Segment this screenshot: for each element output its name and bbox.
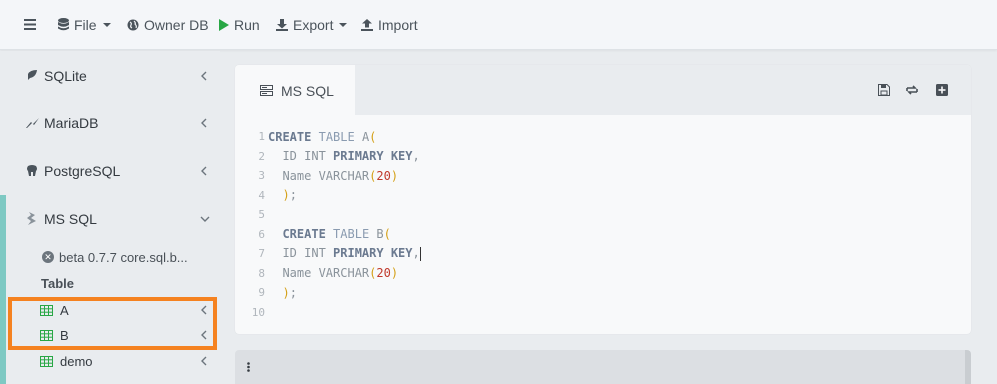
chevron-down-icon [339,22,348,27]
line-number: 9 [258,286,265,299]
code-text: Name VARCHAR(20) [268,266,399,280]
plus-square-icon [936,84,948,96]
export-menu-button[interactable]: Export [276,0,348,50]
code-text: Name VARCHAR(20) [268,168,399,183]
elephant-icon [25,164,39,178]
table-section-header: Table [41,276,74,291]
code-text: ID INT PRIMARY KEY, [268,246,421,261]
code-line: 10 [235,303,971,322]
hamburger-icon [24,19,36,30]
owner-db-button[interactable]: Owner DB [127,0,209,50]
save-button[interactable] [877,83,891,97]
line-number: 5 [258,208,265,221]
refresh-icon [906,85,918,95]
line-number: 10 [251,305,265,319]
add-button[interactable] [935,83,949,97]
code-line: 8 Name VARCHAR(20) [235,264,971,283]
line-number: 7 [258,247,265,260]
sidebar-item-mariadb[interactable]: MariaDB [0,99,220,146]
chevron-left-icon [201,166,207,175]
chevron-left-icon [201,118,207,127]
file-menu-label: File [74,16,97,33]
play-icon [219,18,229,31]
chevron-left-icon [201,71,207,80]
file-menu-button[interactable]: File [58,0,111,50]
tab-mssql[interactable]: MS SQL [235,65,355,116]
mariadb-icon [25,116,39,130]
code-text: CREATE TABLE A( [268,129,377,144]
editor-card: MS SQL 1 CREATE TABLE A( 2 ID INT PRIMAR… [235,65,971,334]
server-icon [260,85,273,96]
line-number: 6 [258,227,265,241]
kebab-menu-icon[interactable] [247,362,250,372]
highlight-annotation [8,297,217,350]
code-line: 7 ID INT PRIMARY KEY, [235,244,971,263]
chevron-down-icon [200,216,210,222]
download-icon [276,18,288,31]
code-text: ); [282,285,297,300]
code-text: ID INT PRIMARY KEY, [268,149,420,163]
code-text: CREATE TABLE B( [282,227,391,241]
card-header: MS SQL [235,65,971,116]
sidebar: SQLite MariaDB PostgreSQL MS SQL ✕ beta … [0,51,220,384]
import-label: Import [378,16,418,33]
import-button[interactable]: Import [361,0,418,50]
save-icon [878,84,890,96]
line-number: 2 [258,149,265,163]
sidebar-item-label: MS SQL [44,210,97,227]
sidebar-item-label: PostgreSQL [44,162,121,179]
sidebar-item-postgresql[interactable]: PostgreSQL [0,147,220,194]
upload-icon [361,18,373,31]
text-cursor [419,246,421,261]
run-button[interactable]: Run [219,0,260,50]
sidebar-item-mssql[interactable]: MS SQL [0,195,220,242]
line-number: 3 [258,169,265,182]
chevron-left-icon [201,356,207,366]
table-icon [40,355,53,367]
refresh-button[interactable] [905,83,919,97]
code-line: 3 Name VARCHAR(20) [235,166,971,185]
database-icon [58,18,69,31]
line-number: 8 [258,266,265,280]
close-circle-icon[interactable]: ✕ [42,251,54,263]
line-number: 4 [258,188,265,202]
line-number: 1 [258,130,265,143]
code-line: 6 CREATE TABLE B( [235,225,971,244]
mssql-icon [25,212,39,226]
owner-db-label: Owner DB [144,16,209,33]
code-line: 9 ); [235,283,971,302]
table-item-demo[interactable]: demo [40,350,216,372]
chevron-down-icon [102,22,111,27]
menu-toggle-button[interactable] [24,0,41,50]
results-panel [235,350,971,384]
code-line: 2 ID INT PRIMARY KEY, [235,147,971,166]
export-label: Export [293,16,334,33]
top-navbar: File Owner DB Run Export Import [0,0,997,50]
code-text: ); [282,188,297,202]
feather-icon [25,69,39,83]
table-item-label: demo [60,353,93,369]
connection-label: beta 0.7.7 core.sql.b... [59,249,188,265]
sidebar-item-sqlite[interactable]: SQLite [0,52,220,99]
code-line: 4 ); [235,186,971,205]
code-line: 5 [235,205,971,224]
globe-icon [127,19,139,30]
code-line: 1 CREATE TABLE A( [235,127,971,146]
sidebar-item-label: MariaDB [44,114,99,131]
connection-item[interactable]: ✕ beta 0.7.7 core.sql.b... [42,247,212,267]
sidebar-item-label: SQLite [44,67,87,84]
run-label: Run [234,16,260,33]
tab-label: MS SQL [281,82,334,99]
